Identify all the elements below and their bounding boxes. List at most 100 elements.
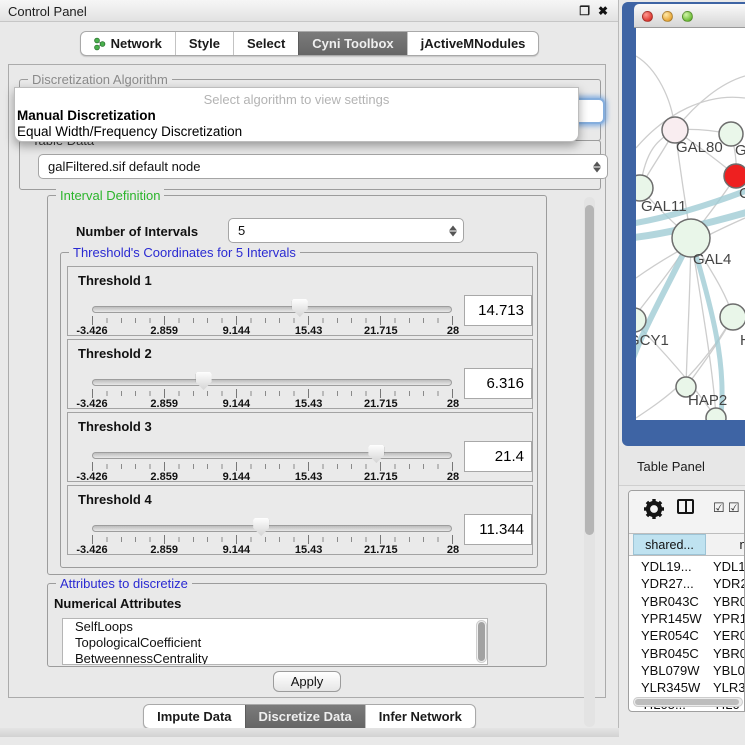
threshold-1-label: Threshold 1: [78, 273, 152, 288]
cell-shared-name: YBR043C: [641, 594, 699, 609]
threshold-4-label: Threshold 4: [78, 492, 152, 507]
network-node-label: GAL80: [676, 139, 723, 156]
tab-style[interactable]: Style: [175, 32, 233, 55]
tick-label: 15.43: [295, 325, 323, 337]
apply-button[interactable]: Apply: [273, 671, 341, 692]
table-row[interactable]: YBR045CYBR0: [629, 646, 744, 663]
zoom-traffic-light-icon[interactable]: [682, 11, 693, 22]
tick-label: 28: [447, 544, 459, 556]
tab-cyni-toolbox-label: Cyni Toolbox: [312, 36, 393, 51]
window-bottom-edge: [0, 728, 619, 737]
cell-name: YBR0: [713, 646, 745, 661]
table-row[interactable]: YBR043CYBR0: [629, 594, 744, 611]
slider-thumb[interactable]: [253, 518, 269, 536]
tick-label: 2.859: [150, 471, 178, 483]
network-node-label: GAL11: [641, 198, 687, 215]
network-canvas[interactable]: GAL80GACGAL11GAL4GCY1HHAP2: [636, 28, 745, 420]
cyni-toolbox-panel: Discretization Algorithm Select algorith…: [8, 64, 606, 698]
close-window-icon[interactable]: ✖: [598, 4, 608, 18]
table-row[interactable]: YDL19...YDL1: [629, 559, 744, 576]
table-row[interactable]: YDR27...YDR2: [629, 576, 744, 593]
tick-label: 9.144: [223, 544, 251, 556]
tab-infer-network[interactable]: Infer Network: [365, 705, 475, 728]
attributes-list-scrollbar[interactable]: [476, 620, 487, 663]
network-node[interactable]: [720, 304, 745, 330]
checkbox-checked-icon[interactable]: ☑: [713, 500, 725, 516]
attribute-item-selfloops[interactable]: SelfLoops: [63, 619, 487, 635]
algorithm-popup-hint: Select algorithm to view settings: [15, 92, 578, 107]
network-edge[interactable]: [686, 238, 691, 387]
tab-jactivemnodules[interactable]: jActiveMNodules: [407, 32, 539, 55]
tick-label: 21.715: [364, 398, 398, 410]
tick-label: -3.426: [76, 398, 107, 410]
tab-style-label: Style: [189, 36, 220, 51]
minimize-traffic-light-icon[interactable]: [662, 11, 673, 22]
number-of-intervals-value: 5: [238, 223, 245, 238]
threshold-2-label: Threshold 2: [78, 346, 152, 361]
tab-network[interactable]: Network: [81, 32, 175, 55]
table-row[interactable]: YBL079WYBL0: [629, 663, 744, 680]
tick-label: -3.426: [76, 544, 107, 556]
threshold-3-slider[interactable]: -3.4262.8599.14415.4321.71528: [92, 449, 452, 479]
panel-vertical-scrollbar[interactable]: [584, 197, 595, 727]
network-node-label: C: [739, 185, 745, 202]
table-header-row: shared... n: [629, 533, 744, 556]
threshold-3-panel: Threshold 3 -3.4262.8599.14415.4321.71528…: [67, 412, 533, 482]
table-data-combobox[interactable]: galFiltered.sif default node: [38, 154, 608, 179]
column-header-name[interactable]: n: [708, 534, 745, 555]
tick-label: 2.859: [150, 325, 178, 337]
number-of-intervals-label: Number of Intervals: [76, 224, 198, 239]
threshold-2-value-field[interactable]: 6.316: [464, 368, 532, 399]
tab-discretize-data[interactable]: Discretize Data: [245, 705, 365, 728]
threshold-3-label: Threshold 3: [78, 419, 152, 434]
slider-thumb[interactable]: [196, 372, 212, 390]
tab-select-label: Select: [247, 36, 285, 51]
slider-thumb[interactable]: [368, 445, 384, 463]
slider-thumb[interactable]: [292, 299, 308, 317]
tick-label: 15.43: [295, 471, 323, 483]
popup-item-equal-width-frequency[interactable]: Equal Width/Frequency Discretization: [17, 124, 242, 139]
numerical-attributes-list[interactable]: SelfLoopsTopologicalCoefficientBetweenne…: [62, 618, 488, 665]
threshold-3-value-field[interactable]: 21.4: [464, 441, 532, 472]
attribute-item-topologicalcoefficient[interactable]: TopologicalCoefficient: [63, 635, 487, 651]
table-toolbar: ☑ ☑: [629, 491, 744, 533]
slider-tick-labels: -3.4262.8599.14415.4321.71528: [92, 544, 453, 556]
slider-track[interactable]: [92, 452, 452, 459]
table-horizontal-scrollbar[interactable]: [633, 697, 743, 707]
threshold-1-slider[interactable]: -3.4262.8599.14415.4321.71528: [92, 303, 452, 333]
threshold-4-slider[interactable]: -3.4262.8599.14415.4321.71528: [92, 522, 452, 552]
slider-track[interactable]: [92, 525, 452, 532]
slider-track[interactable]: [92, 379, 452, 386]
threshold-2-slider[interactable]: -3.4262.8599.14415.4321.71528: [92, 376, 452, 406]
threshold-4-value-field[interactable]: 11.344: [464, 514, 532, 545]
network-node-label: HAP2: [688, 392, 727, 409]
slider-tick-labels: -3.4262.8599.14415.4321.71528: [92, 325, 453, 337]
column-header-shared-name[interactable]: shared...: [633, 534, 706, 555]
tick-label: 28: [447, 325, 459, 337]
tab-select[interactable]: Select: [233, 32, 298, 55]
slider-track[interactable]: [92, 306, 452, 313]
cell-name: YBL0: [713, 663, 745, 678]
tab-cyni-toolbox[interactable]: Cyni Toolbox: [298, 32, 406, 55]
table-row[interactable]: YER054CYER0: [629, 628, 744, 645]
table-data-combobox-value: galFiltered.sif default node: [48, 159, 200, 174]
float-window-icon[interactable]: ❐: [579, 4, 590, 18]
number-of-intervals-combobox[interactable]: 5: [228, 218, 464, 243]
attributes-group-title: Attributes to discretize: [56, 576, 192, 591]
tick-label: 21.715: [364, 325, 398, 337]
table-row[interactable]: YPR145WYPR1: [629, 611, 744, 628]
checkbox-checked-icon[interactable]: ☑: [728, 500, 740, 516]
tab-impute-data[interactable]: Impute Data: [144, 705, 244, 728]
cell-shared-name: YLR345W: [641, 680, 700, 695]
columns-icon[interactable]: [677, 499, 694, 514]
algorithm-dropdown-popup: Select algorithm to view settings Manual…: [14, 87, 579, 142]
tick-label: 9.144: [223, 398, 251, 410]
close-traffic-light-icon[interactable]: [642, 11, 653, 22]
threshold-1-value-field[interactable]: 14.713: [464, 295, 532, 326]
network-window-titlebar[interactable]: [634, 4, 745, 28]
popup-item-manual-discretization[interactable]: Manual Discretization: [17, 108, 156, 123]
attribute-item-betweennesscentrality[interactable]: BetweennessCentrality: [63, 651, 487, 665]
bottom-tab-bar: Impute DataDiscretize DataInfer Network: [0, 704, 619, 729]
table-row[interactable]: YLR345WYLR3: [629, 680, 744, 697]
gear-icon[interactable]: [641, 496, 667, 527]
